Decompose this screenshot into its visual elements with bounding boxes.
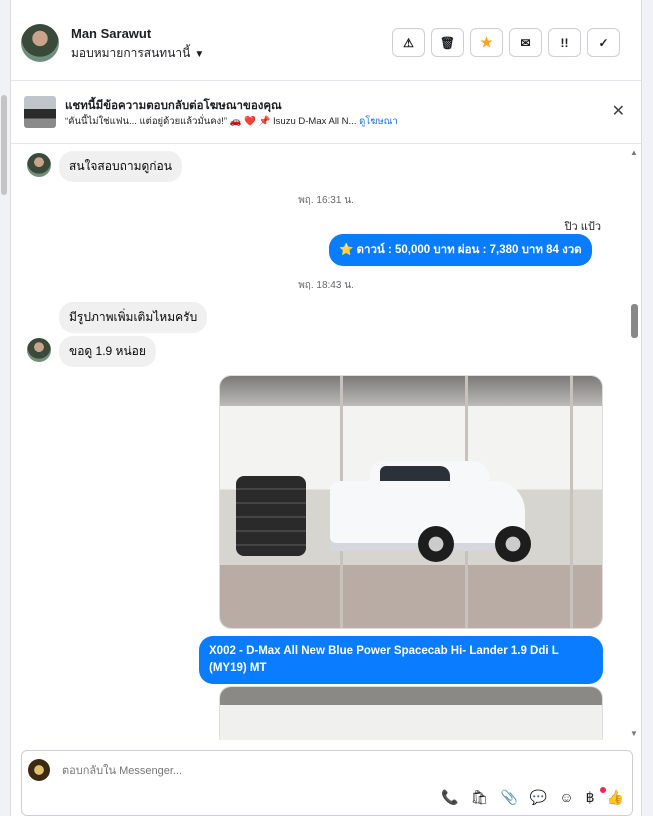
outgoing-message: ⭐ ดาวน์ : 50,000 บาท ผ่อน : 7,380 บาท 84… xyxy=(329,234,592,266)
ad-caption: “คันนี้ไม่ใช่แฟน... แต่อยู่ด้วยแล้วมั่นค… xyxy=(65,116,357,127)
trash-icon: 🗑 xyxy=(439,35,456,50)
contact-avatar-small xyxy=(27,153,51,177)
check-icon: ✓ xyxy=(598,35,609,50)
contact-avatar[interactable] xyxy=(21,24,59,62)
outgoing-message: X002 - D-Max All New Blue Power Spacecab… xyxy=(199,636,603,684)
image-attachment[interactable] xyxy=(219,686,603,740)
sender-name: ปิว แป้ว xyxy=(564,221,601,233)
contact-name[interactable]: Man Sarawut xyxy=(71,26,151,41)
follow-up-button[interactable]: !! xyxy=(548,28,581,57)
ad-thumbnail[interactable] xyxy=(24,96,56,128)
outer-scrollbar[interactable] xyxy=(0,0,8,816)
shopping-bag-icon[interactable]: 🛍 xyxy=(471,789,489,806)
assign-conversation-dropdown[interactable]: มอบหมายการสนทนานี้ ▼ xyxy=(71,44,204,63)
ad-banner-title: แชทนี้มีข้อความตอบกลับต่อโฆษณาของคุณ xyxy=(65,100,282,112)
timestamp: พฤ. 16:31 น. xyxy=(298,195,354,206)
car-photo xyxy=(220,376,602,628)
scroll-down-icon[interactable]: ▼ xyxy=(630,729,638,738)
contact-avatar-small xyxy=(27,338,51,362)
ad-banner-subtitle: “คันนี้ไม่ใช่แฟน... แต่อยู่ด้วยแล้วมั่นค… xyxy=(65,114,398,129)
envelope-icon: ✉ xyxy=(520,35,531,50)
incoming-message: สนใจสอบถามดูก่อน xyxy=(59,151,182,182)
star-icon: ★ xyxy=(480,34,493,50)
payment-icon[interactable]: ฿ xyxy=(586,789,595,806)
outer-scroll-thumb[interactable] xyxy=(1,95,7,195)
delete-button[interactable]: 🗑 xyxy=(431,28,464,57)
timestamp: พฤ. 18:43 น. xyxy=(298,280,354,291)
notification-dot xyxy=(600,787,606,793)
image-attachment[interactable] xyxy=(219,375,603,629)
follow-up-icon: !! xyxy=(560,35,569,50)
ad-reply-banner: แชทนี้มีข้อความตอบกลับต่อโฆษณาของคุณ “คั… xyxy=(11,81,641,144)
incoming-message: มีรูปภาพเพิ่มเติมไหมครับ xyxy=(59,302,208,333)
close-icon[interactable]: ✕ xyxy=(612,101,625,121)
composer-tools: 📞 🛍 📎 💬 ☺ ฿ 👍 xyxy=(441,789,624,806)
header-actions: ⚠ 🗑 ★ ✉ !! ✓ xyxy=(392,28,620,57)
reply-input[interactable] xyxy=(60,764,464,778)
call-icon[interactable]: 📞 xyxy=(441,789,458,806)
report-spam-button[interactable]: ⚠ xyxy=(392,28,425,57)
emoji-icon[interactable]: ☺ xyxy=(559,789,573,806)
attachment-icon[interactable]: 📎 xyxy=(500,789,517,806)
mark-unread-button[interactable]: ✉ xyxy=(509,28,542,57)
mark-done-button[interactable]: ✓ xyxy=(587,28,620,57)
message-thread[interactable]: สนใจสอบถามดูก่อน พฤ. 16:31 น. ปิว แป้ว ⭐… xyxy=(11,144,641,740)
conversation-header: Man Sarawut มอบหมายการสนทนานี้ ▼ ⚠ 🗑 ★ ✉ … xyxy=(11,8,641,81)
incoming-message: ขอดู 1.9 หน่อย xyxy=(59,336,156,367)
star-button[interactable]: ★ xyxy=(470,28,503,57)
warning-icon: ⚠ xyxy=(403,35,414,50)
assign-label: มอบหมายการสนทนานี้ xyxy=(71,46,191,60)
page-avatar xyxy=(28,759,50,781)
scroll-up-icon[interactable]: ▲ xyxy=(630,148,638,157)
message-composer: 📞 🛍 📎 💬 ☺ ฿ 👍 xyxy=(21,750,633,816)
thread-scrollbar[interactable]: ▲ ▼ xyxy=(627,144,641,740)
caret-down-icon: ▼ xyxy=(194,49,205,60)
conversation-panel: Man Sarawut มอบหมายการสนทนานี้ ▼ ⚠ 🗑 ★ ✉ … xyxy=(10,0,642,816)
thread-scroll-thumb[interactable] xyxy=(631,304,638,338)
thumbs-up-icon[interactable]: 👍 xyxy=(607,789,624,806)
view-ad-link[interactable]: ดูโฆษณา xyxy=(359,116,398,127)
car-photo xyxy=(220,687,602,740)
chat-bubble-icon[interactable]: 💬 xyxy=(530,789,547,806)
